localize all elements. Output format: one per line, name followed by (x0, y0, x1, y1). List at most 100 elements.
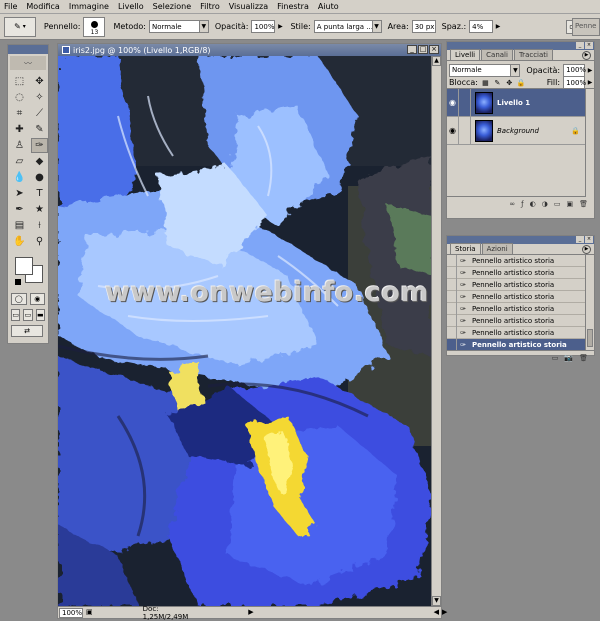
crop-tool-icon[interactable]: ⌗ (11, 106, 28, 121)
new-layer-icon[interactable]: ▣ (566, 200, 573, 208)
notes-tool-icon[interactable]: ▤ (11, 218, 28, 233)
panel-minimize-button[interactable]: _ (576, 236, 584, 243)
close-button[interactable]: × (429, 45, 439, 54)
trash-icon[interactable]: 🗑 (579, 200, 588, 208)
history-item-current[interactable]: ✑ Pennello artistico storia (447, 338, 594, 350)
menu-help[interactable]: Aiuto (318, 2, 339, 11)
history-source-box[interactable] (447, 255, 457, 267)
panel-close-button[interactable]: × (585, 236, 593, 243)
panel-menu-icon[interactable]: ▶ (582, 51, 591, 60)
art-history-brush-icon[interactable]: ✑ (31, 138, 48, 153)
magic-wand-icon[interactable]: ✧ (31, 90, 48, 105)
default-colors-icon[interactable] (15, 279, 21, 285)
history-item[interactable]: ✑ Pennello artistico storia (447, 314, 594, 327)
foreground-color-swatch[interactable] (15, 257, 33, 275)
blend-mode-select[interactable]: Normale ▼ (449, 63, 521, 77)
brushes-palette-tab[interactable]: Penne (572, 18, 600, 36)
quick-mask-icon[interactable]: ◉ (29, 293, 45, 305)
menu-select[interactable]: Selezione (153, 2, 191, 11)
fill-input[interactable]: 100% (563, 76, 586, 89)
paint-bucket-icon[interactable]: ◆ (31, 154, 48, 169)
layer-mask-icon[interactable]: ◐ (530, 200, 536, 208)
menu-layer[interactable]: Livello (118, 2, 144, 11)
panel-close-button[interactable]: × (585, 42, 593, 49)
menu-image[interactable]: Immagine (69, 2, 109, 11)
menu-filter[interactable]: Filtro (200, 2, 220, 11)
panel-minimize-button[interactable]: _ (576, 42, 584, 49)
eye-icon[interactable]: ◉ (447, 88, 459, 117)
tab-channels[interactable]: Canali (481, 49, 513, 60)
history-source-box[interactable] (447, 290, 457, 303)
type-tool-icon[interactable]: T (31, 186, 48, 201)
eyedropper-icon[interactable]: ⟊ (31, 218, 48, 233)
toolbox-title-bar[interactable] (8, 45, 48, 54)
layers-scrollbar[interactable] (585, 89, 594, 197)
tab-actions[interactable]: Azioni (481, 243, 513, 254)
brush-picker[interactable]: 13 (83, 16, 106, 37)
new-document-from-state-icon[interactable]: ▭ (552, 354, 559, 362)
history-item[interactable]: ✑ Pennello artistico storia (447, 302, 594, 315)
mode-select[interactable]: Normale ▼ (148, 20, 209, 33)
document-title-bar[interactable]: iris2.jpg @ 100% (Livello 1,RGB/8) _ □ × (58, 44, 441, 56)
menu-view[interactable]: Visualizza (229, 2, 268, 11)
layer-row-livello-1[interactable]: ◉ Livello 1 (447, 88, 594, 117)
hand-tool-icon[interactable]: ✋ (11, 234, 28, 249)
tool-preset-picker[interactable]: ✎ ▾ (4, 16, 36, 37)
scroll-up-icon[interactable]: ▲ (432, 56, 441, 66)
layer-link-cell[interactable] (459, 88, 471, 117)
snapshot-icon[interactable]: 📷 (564, 354, 573, 362)
history-item[interactable]: ✑ Pennello artistico storia (447, 290, 594, 303)
zoom-tool-icon[interactable]: ⚲ (31, 234, 48, 249)
layer-style-icon[interactable]: ƒ (521, 200, 523, 208)
history-source-box[interactable] (447, 302, 457, 315)
link-layers-icon[interactable]: ∞ (509, 200, 515, 208)
lock-all-icon[interactable]: 🔒 (517, 78, 526, 87)
maximize-button[interactable]: □ (418, 45, 428, 54)
jump-to-imageready-icon[interactable]: ⇄ (11, 325, 43, 337)
eraser-tool-icon[interactable]: ▱ (11, 154, 28, 169)
fill-slider-toggle[interactable]: ▶ (586, 76, 594, 89)
lock-transparency-icon[interactable]: ▦ (481, 78, 490, 87)
screen-mode-full-icon[interactable]: ▬ (35, 309, 45, 321)
canvas-vertical-scrollbar[interactable]: ▲ ▼ (431, 56, 441, 606)
scroll-down-icon[interactable]: ▼ (432, 596, 441, 606)
healing-brush-icon[interactable]: ✚ (11, 122, 28, 137)
standard-mode-icon[interactable]: ◯ (11, 293, 27, 305)
shape-tool-icon[interactable]: ★ (31, 202, 48, 217)
history-item[interactable]: ✑ Pennello artistico storia (447, 255, 594, 267)
style-select[interactable]: A punta larga ... ▼ (313, 20, 382, 33)
menu-window[interactable]: Finestra (277, 2, 309, 11)
screen-mode-full-menu-icon[interactable]: ▭ (23, 309, 33, 321)
eye-icon[interactable]: ◉ (447, 116, 459, 145)
lasso-tool-icon[interactable]: ◌ (11, 90, 28, 105)
opacity-slider-toggle[interactable]: ▶ (276, 20, 284, 33)
history-item[interactable]: ✑ Pennello artistico storia (447, 326, 594, 339)
area-input[interactable]: 30 px (411, 20, 436, 33)
spacing-slider-toggle[interactable]: ▶ (494, 20, 502, 33)
new-group-icon[interactable]: ▭ (554, 200, 561, 208)
menu-file[interactable]: File (4, 2, 17, 11)
status-info-icon[interactable]: ▣ (86, 608, 93, 618)
history-item[interactable]: ✑ Pennello artistico storia (447, 266, 594, 279)
scroll-left-icon[interactable]: ◀ (434, 608, 439, 618)
history-source-box[interactable] (447, 326, 457, 339)
panel-menu-icon[interactable]: ▶ (582, 245, 591, 254)
lock-position-icon[interactable]: ✥ (505, 78, 514, 87)
menu-edit[interactable]: Modifica (26, 2, 59, 11)
tab-layers[interactable]: Livelli (450, 49, 481, 60)
layer-opacity-slider-toggle[interactable]: ▶ (586, 64, 594, 77)
layer-link-cell[interactable] (459, 116, 471, 145)
spacing-input[interactable]: 4% (469, 20, 494, 33)
layer-row-background[interactable]: ◉ Background 🔒 (447, 116, 594, 145)
layer-opacity-input[interactable]: 100% (563, 63, 586, 77)
history-item[interactable]: ✑ Pennello artistico storia (447, 278, 594, 291)
scroll-right-icon[interactable]: ▶ (442, 608, 447, 618)
history-scrollbar[interactable] (585, 255, 594, 350)
history-source-box[interactable] (447, 278, 457, 291)
opacity-input[interactable]: 100% (251, 20, 276, 33)
marquee-tool-icon[interactable]: ⬚ (11, 74, 28, 89)
dodge-tool-icon[interactable]: ● (31, 170, 48, 185)
move-tool-icon[interactable]: ✥ (31, 74, 48, 89)
brush-tool-icon[interactable]: ✎ (31, 122, 48, 137)
feather-logo-icon[interactable]: 〰 (10, 56, 46, 70)
